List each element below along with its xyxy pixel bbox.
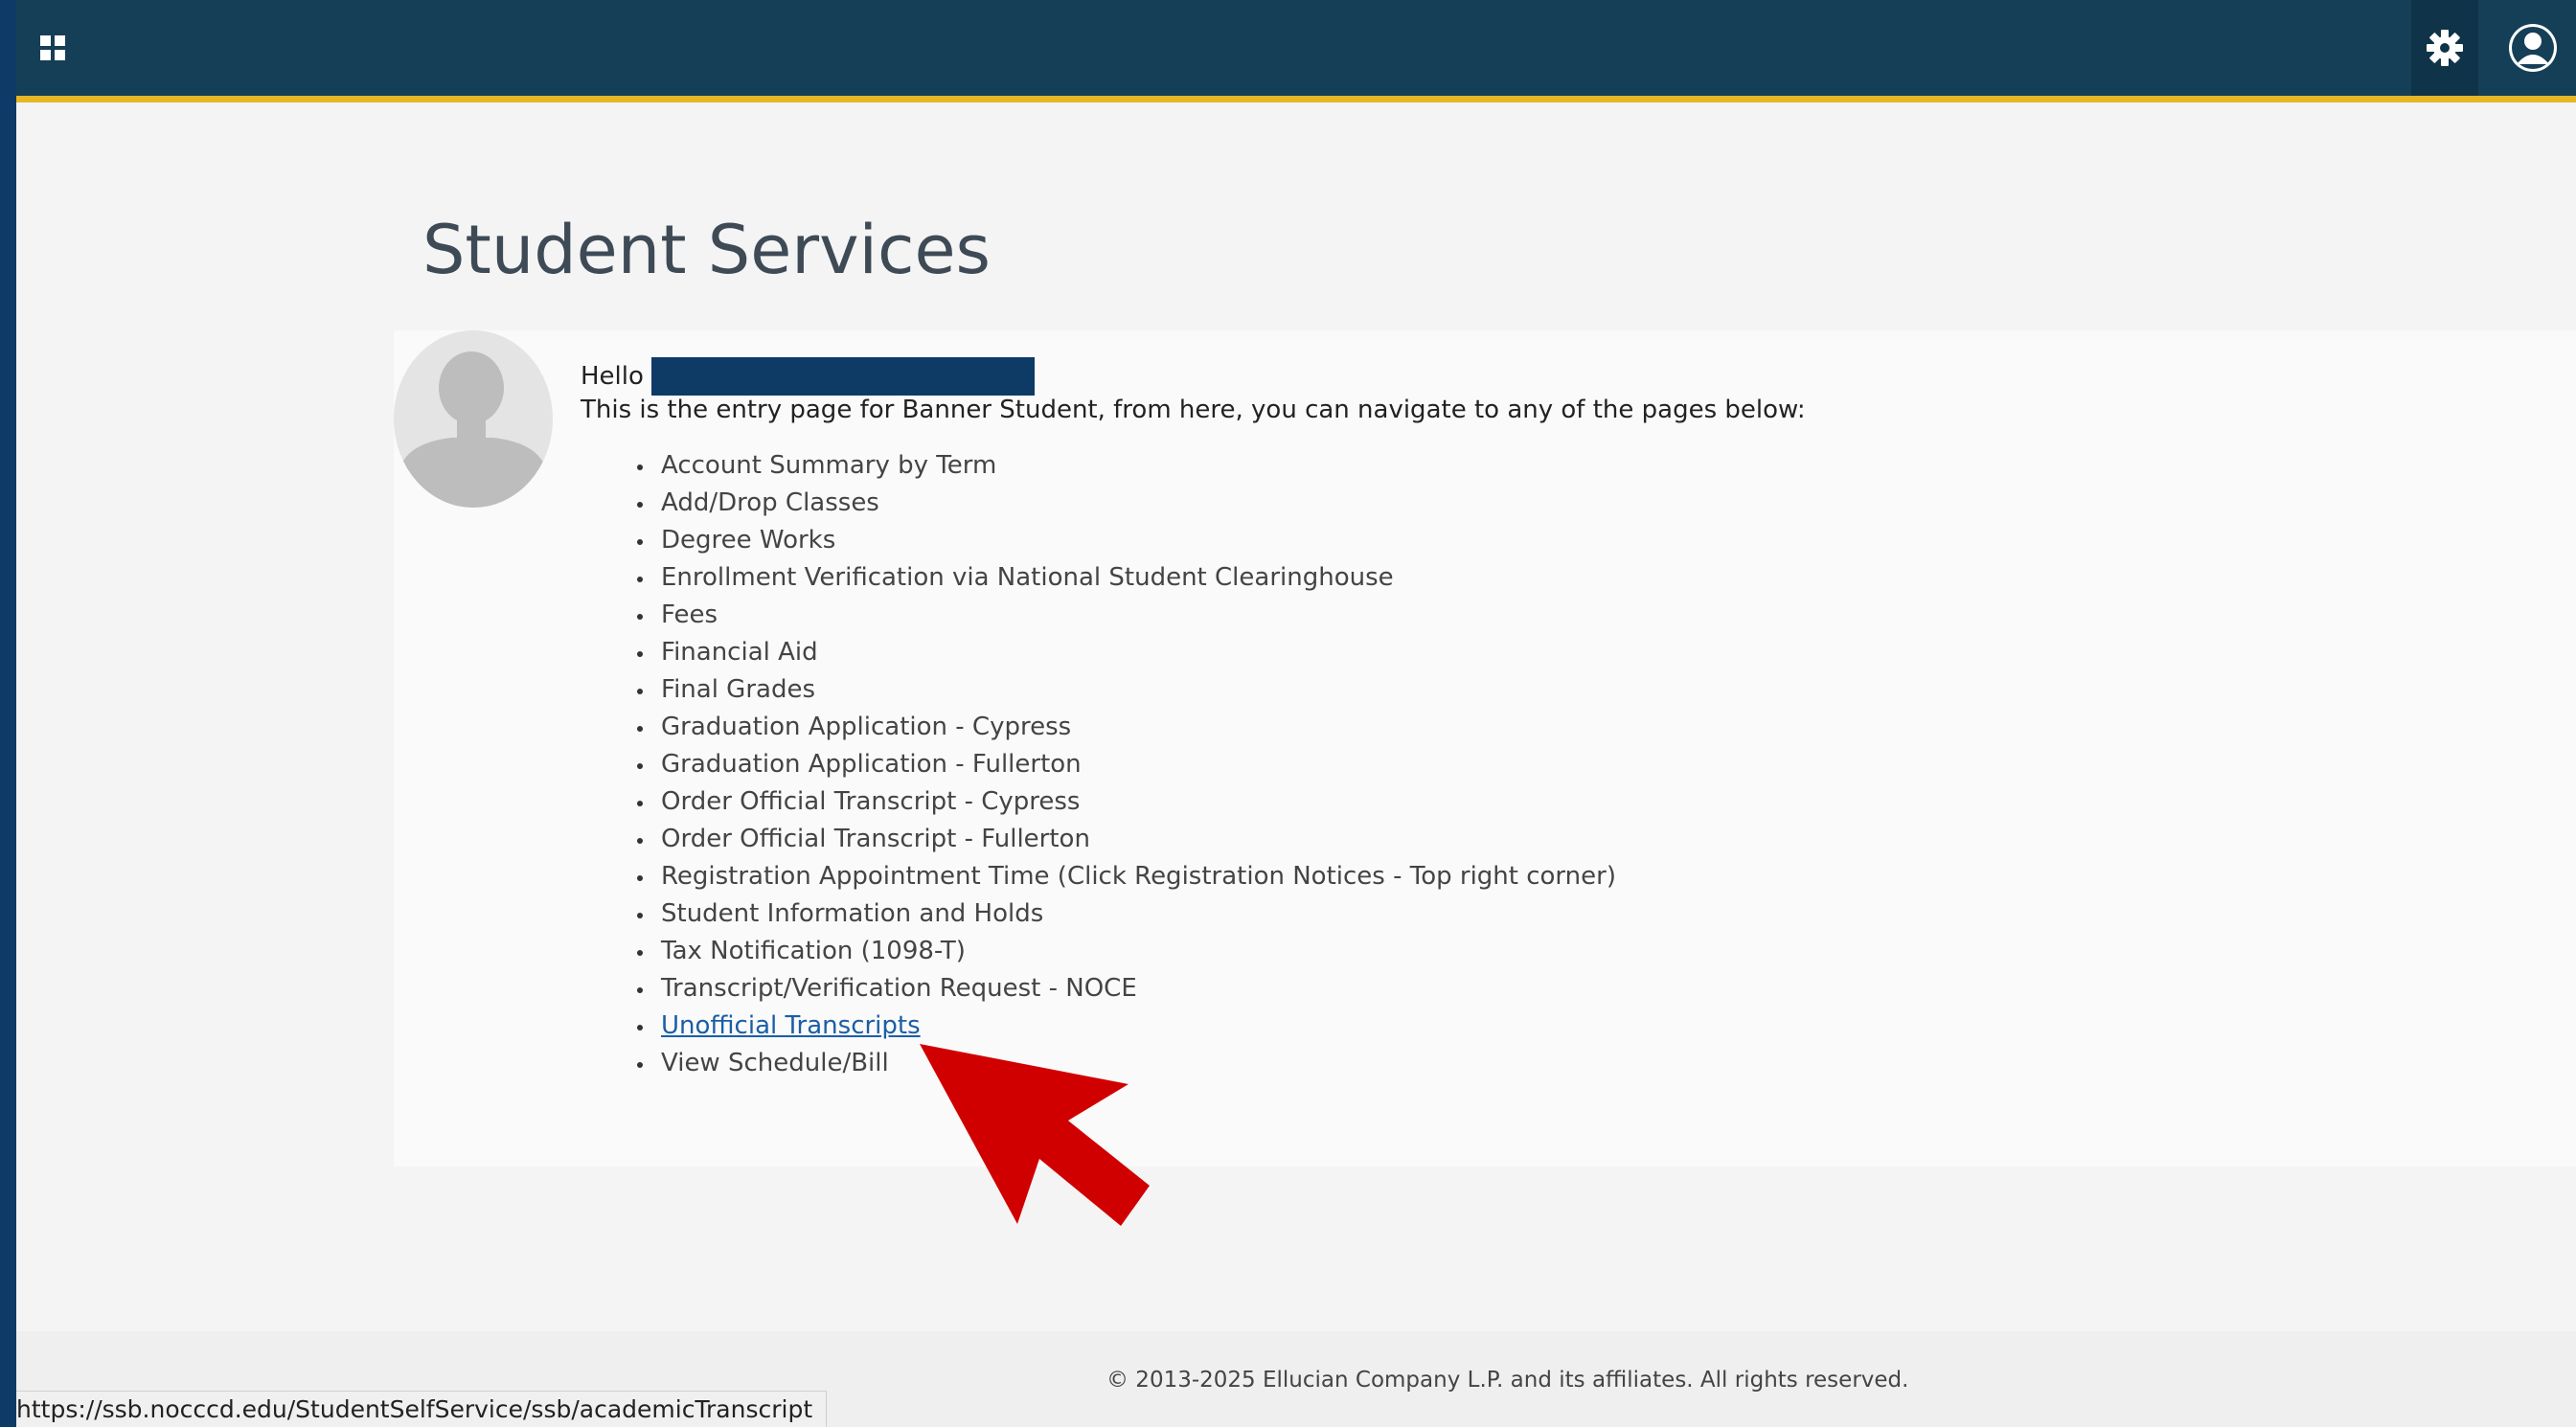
link-graduation-application-cypress[interactable]: Graduation Application - Cypress bbox=[661, 713, 1071, 741]
list-item: Registration Appointment Time (Click Reg… bbox=[655, 858, 1616, 895]
link-tax-notification[interactable]: Tax Notification (1098-T) bbox=[661, 937, 966, 965]
header-accent-line bbox=[16, 96, 2576, 102]
tools-button[interactable] bbox=[2411, 0, 2478, 96]
greeting-text: Hello bbox=[581, 362, 644, 391]
link-unofficial-transcripts[interactable]: Unofficial Transcripts bbox=[661, 1011, 921, 1040]
default-avatar-icon bbox=[394, 330, 553, 508]
header-bar bbox=[16, 0, 2576, 96]
list-item: Student Information and Holds bbox=[655, 895, 1616, 933]
link-account-summary-by-term[interactable]: Account Summary by Term bbox=[661, 451, 996, 480]
link-student-information-and-holds[interactable]: Student Information and Holds bbox=[661, 899, 1043, 928]
list-item: Tax Notification (1098-T) bbox=[655, 933, 1616, 970]
list-item: Order Official Transcript - Fullerton bbox=[655, 821, 1616, 858]
list-item: Financial Aid bbox=[655, 634, 1616, 671]
gear-icon bbox=[2427, 30, 2463, 66]
redacted-username bbox=[650, 357, 1035, 396]
grid-menu-icon bbox=[40, 35, 65, 60]
list-item: Fees bbox=[655, 597, 1616, 634]
list-item: Enrollment Verification via National Stu… bbox=[655, 559, 1616, 597]
list-item: Order Official Transcript - Cypress bbox=[655, 783, 1616, 821]
app-menu-button[interactable] bbox=[29, 24, 77, 72]
list-item: Transcript/Verification Request - NOCE bbox=[655, 970, 1616, 1008]
link-registration-appointment-time[interactable]: Registration Appointment Time (Click Reg… bbox=[661, 862, 1616, 891]
copyright-text: © 2013-2025 Ellucian Company L.P. and it… bbox=[1106, 1368, 1909, 1393]
list-item: Final Grades bbox=[655, 671, 1616, 709]
link-financial-aid[interactable]: Financial Aid bbox=[661, 638, 818, 667]
link-view-schedule-bill[interactable]: View Schedule/Bill bbox=[661, 1049, 889, 1077]
greeting-line: Hello bbox=[581, 357, 1035, 396]
link-enrollment-verification[interactable]: Enrollment Verification via National Stu… bbox=[661, 563, 1394, 592]
list-item: Graduation Application - Cypress bbox=[655, 709, 1616, 746]
link-order-official-transcript-fullerton[interactable]: Order Official Transcript - Fullerton bbox=[661, 825, 1090, 853]
link-transcript-verification-request-noce[interactable]: Transcript/Verification Request - NOCE bbox=[661, 974, 1137, 1003]
list-item: Account Summary by Term bbox=[655, 447, 1616, 485]
user-circle-icon bbox=[2509, 24, 2557, 72]
link-fees[interactable]: Fees bbox=[661, 600, 718, 629]
services-link-list: Account Summary by Term Add/Drop Classes… bbox=[655, 447, 1616, 1082]
red-pointer-arrow-icon bbox=[920, 1044, 1150, 1226]
page-title: Student Services bbox=[422, 211, 991, 289]
avatar bbox=[394, 330, 553, 508]
main-card: Hello This is the entry page for Banner … bbox=[394, 330, 2576, 1167]
link-graduation-application-fullerton[interactable]: Graduation Application - Fullerton bbox=[661, 750, 1082, 779]
list-item: Graduation Application - Fullerton bbox=[655, 746, 1616, 783]
intro-text: This is the entry page for Banner Studen… bbox=[581, 396, 1806, 424]
link-order-official-transcript-cypress[interactable]: Order Official Transcript - Cypress bbox=[661, 787, 1080, 816]
window-left-edge bbox=[0, 0, 16, 1427]
link-degree-works[interactable]: Degree Works bbox=[661, 526, 835, 555]
link-add-drop-classes[interactable]: Add/Drop Classes bbox=[661, 488, 879, 517]
link-final-grades[interactable]: Final Grades bbox=[661, 675, 815, 704]
list-item: Degree Works bbox=[655, 522, 1616, 559]
user-profile-button[interactable] bbox=[2490, 0, 2576, 96]
status-bar-url: https://ssb.nocccd.edu/StudentSelfServic… bbox=[16, 1391, 828, 1427]
list-item: Add/Drop Classes bbox=[655, 485, 1616, 522]
